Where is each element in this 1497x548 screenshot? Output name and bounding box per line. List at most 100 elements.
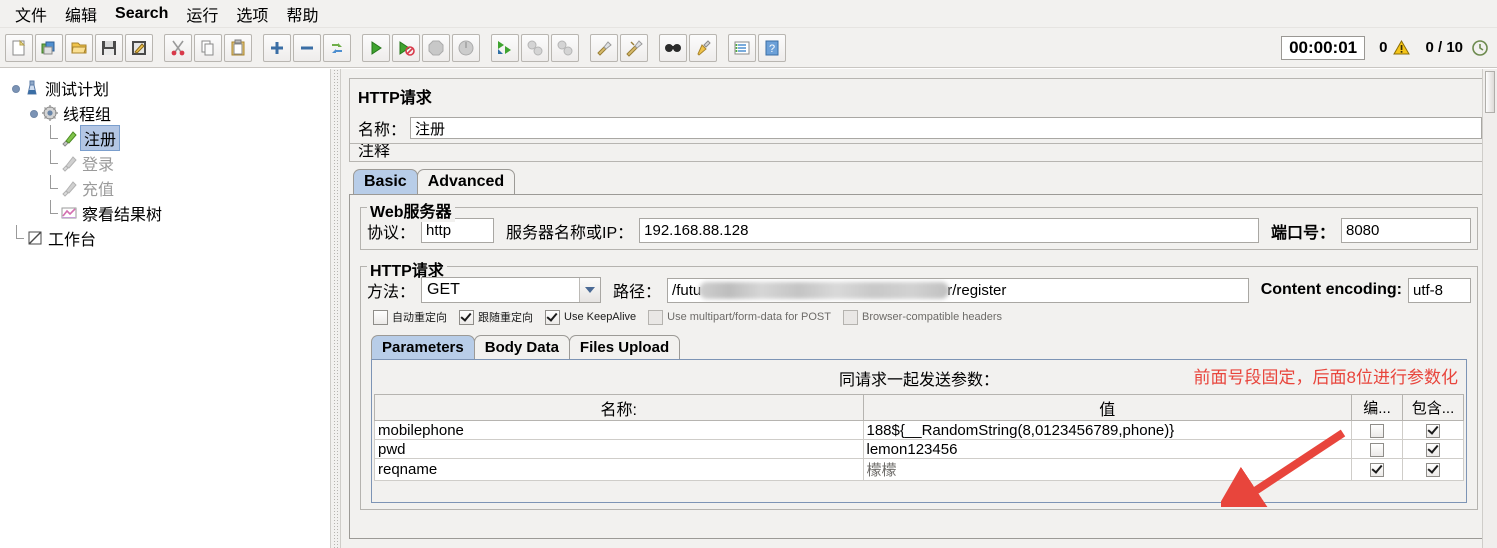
- column-header-encode[interactable]: 编...: [1351, 394, 1403, 421]
- function-helper-button[interactable]: [728, 33, 756, 62]
- checkbox-box[interactable]: [842, 309, 858, 325]
- menu-item-edit[interactable]: 编辑: [56, 0, 106, 28]
- clear-button[interactable]: [590, 33, 618, 62]
- menu-item-options[interactable]: 选项: [227, 0, 277, 28]
- column-header-include[interactable]: 包含...: [1402, 394, 1464, 421]
- new-button[interactable]: [5, 33, 33, 62]
- server-input[interactable]: 192.168.88.128: [639, 218, 1259, 243]
- checkbox-box[interactable]: [1370, 423, 1384, 438]
- menu-item-file[interactable]: 文件: [6, 0, 56, 28]
- checkbox-auto-redirect[interactable]: 自动重定向: [373, 309, 447, 325]
- menu-item-help[interactable]: 帮助: [277, 0, 327, 28]
- new-icon: [12, 39, 26, 55]
- comment-row: 注释: [349, 144, 1489, 162]
- name-input[interactable]: 注册: [410, 117, 1482, 139]
- cut-button[interactable]: [164, 33, 192, 62]
- tab-basic[interactable]: Basic: [353, 169, 418, 194]
- tree-node-label: 察看结果树: [82, 206, 163, 224]
- table-row[interactable]: reqname 檬檬: [374, 458, 1464, 481]
- cell-param-include[interactable]: [1402, 458, 1464, 481]
- tree-expand-handle[interactable]: [10, 82, 22, 94]
- cell-param-include[interactable]: [1402, 420, 1464, 440]
- templates-button[interactable]: [35, 33, 63, 62]
- vertical-scrollbar[interactable]: [1482, 69, 1497, 548]
- tree-node-workbench[interactable]: 工作台: [6, 225, 330, 250]
- checkbox-box[interactable]: [1426, 463, 1440, 478]
- remote-stop-all-button[interactable]: [521, 33, 549, 62]
- collapse-button[interactable]: [293, 33, 321, 62]
- checkbox-box[interactable]: [648, 309, 664, 325]
- start-no-pauses-button[interactable]: [392, 33, 420, 62]
- cell-param-value[interactable]: 檬檬: [862, 458, 1352, 481]
- tree-node-thread-group[interactable]: 线程组: [6, 100, 330, 125]
- clear-all-button[interactable]: [620, 33, 648, 62]
- expand-button[interactable]: [263, 33, 291, 62]
- cell-param-value[interactable]: lemon123456: [862, 439, 1352, 459]
- save-as-button[interactable]: [125, 33, 153, 62]
- checkbox-box[interactable]: [1370, 442, 1384, 457]
- toggle-button[interactable]: [323, 33, 351, 62]
- port-input[interactable]: 8080: [1341, 218, 1471, 243]
- tree-node-label: 工作台: [48, 231, 97, 249]
- open-button[interactable]: [65, 33, 93, 62]
- cell-param-encode[interactable]: [1351, 439, 1403, 459]
- tab-parameters[interactable]: Parameters: [371, 335, 475, 359]
- column-header-value[interactable]: 值: [862, 394, 1352, 421]
- tree-node-recharge[interactable]: 充值: [6, 175, 330, 200]
- name-label: 名称：: [358, 122, 407, 139]
- warning-indicator[interactable]: 0: [1379, 39, 1411, 57]
- save-button[interactable]: [95, 33, 123, 62]
- checkbox-box[interactable]: [373, 309, 388, 325]
- cell-param-name[interactable]: mobilephone: [374, 420, 864, 440]
- help-button[interactable]: ?: [758, 33, 786, 62]
- tree-node-view-results-tree[interactable]: 察看结果树: [6, 200, 330, 225]
- tab-advanced[interactable]: Advanced: [416, 169, 516, 194]
- tree-node-login[interactable]: 登录: [6, 150, 330, 175]
- content-encoding-input[interactable]: utf-8: [1408, 277, 1471, 303]
- table-row[interactable]: mobilephone 188${__RandomString(8,012345…: [374, 420, 1464, 440]
- checkbox-box[interactable]: [1426, 423, 1440, 438]
- cell-param-name[interactable]: pwd: [374, 439, 864, 459]
- split-pane-divider[interactable]: [330, 69, 341, 548]
- tree-node-test-plan[interactable]: 测试计划: [6, 75, 330, 100]
- chevron-down-icon[interactable]: [579, 278, 601, 302]
- checkbox-box[interactable]: [459, 309, 474, 325]
- elapsed-time-display: 00:00:01: [1281, 35, 1366, 60]
- checkbox-box[interactable]: [1426, 442, 1440, 457]
- http-options-row: 自动重定向 跟随重定向 Use KeepAlive Use multipart/…: [367, 309, 1471, 325]
- table-row[interactable]: pwd lemon123456: [374, 439, 1464, 459]
- stop-button[interactable]: [422, 33, 450, 62]
- menu-item-run[interactable]: 运行: [177, 0, 227, 28]
- column-header-name[interactable]: 名称:: [374, 394, 864, 421]
- method-path-row: 方法： GET 路径： /futu r/register Content enco…: [367, 277, 1471, 303]
- remote-shutdown-all-button[interactable]: [551, 33, 579, 62]
- search-button[interactable]: [659, 33, 687, 62]
- web-server-legend: Web服务器: [367, 198, 455, 222]
- checkbox-use-keepalive[interactable]: Use KeepAlive: [545, 309, 636, 325]
- shutdown-button[interactable]: [452, 33, 480, 62]
- start-button[interactable]: [362, 33, 390, 62]
- cell-param-include[interactable]: [1402, 439, 1464, 459]
- content-encoding-label: Content encoding:: [1260, 281, 1402, 298]
- remote-start-all-button[interactable]: [491, 33, 519, 62]
- tree-expand-handle[interactable]: [28, 107, 40, 119]
- cell-param-encode[interactable]: [1351, 458, 1403, 481]
- checkbox-use-multipart[interactable]: Use multipart/form-data for POST: [648, 309, 831, 325]
- method-select[interactable]: GET: [421, 277, 602, 303]
- checkbox-follow-redirect[interactable]: 跟随重定向: [459, 309, 533, 325]
- copy-button[interactable]: [194, 33, 222, 62]
- path-input[interactable]: /futu r/register: [667, 277, 1249, 303]
- search-reset-button[interactable]: [689, 33, 717, 62]
- tree-node-register[interactable]: 注册: [6, 124, 330, 151]
- tab-body-data[interactable]: Body Data: [473, 335, 570, 359]
- cell-param-encode[interactable]: [1351, 420, 1403, 440]
- tab-files-upload[interactable]: Files Upload: [568, 335, 681, 359]
- thread-status-icon: [1472, 39, 1488, 56]
- cell-param-value[interactable]: 188${__RandomString(8,0123456789,phone)}: [862, 420, 1352, 440]
- checkbox-box[interactable]: [545, 309, 560, 325]
- menu-item-search[interactable]: Search: [106, 3, 177, 25]
- checkbox-browser-compatible-headers[interactable]: Browser-compatible headers: [842, 309, 1002, 325]
- paste-button[interactable]: [224, 33, 252, 62]
- checkbox-box[interactable]: [1370, 463, 1384, 478]
- cell-param-name[interactable]: reqname: [374, 458, 864, 481]
